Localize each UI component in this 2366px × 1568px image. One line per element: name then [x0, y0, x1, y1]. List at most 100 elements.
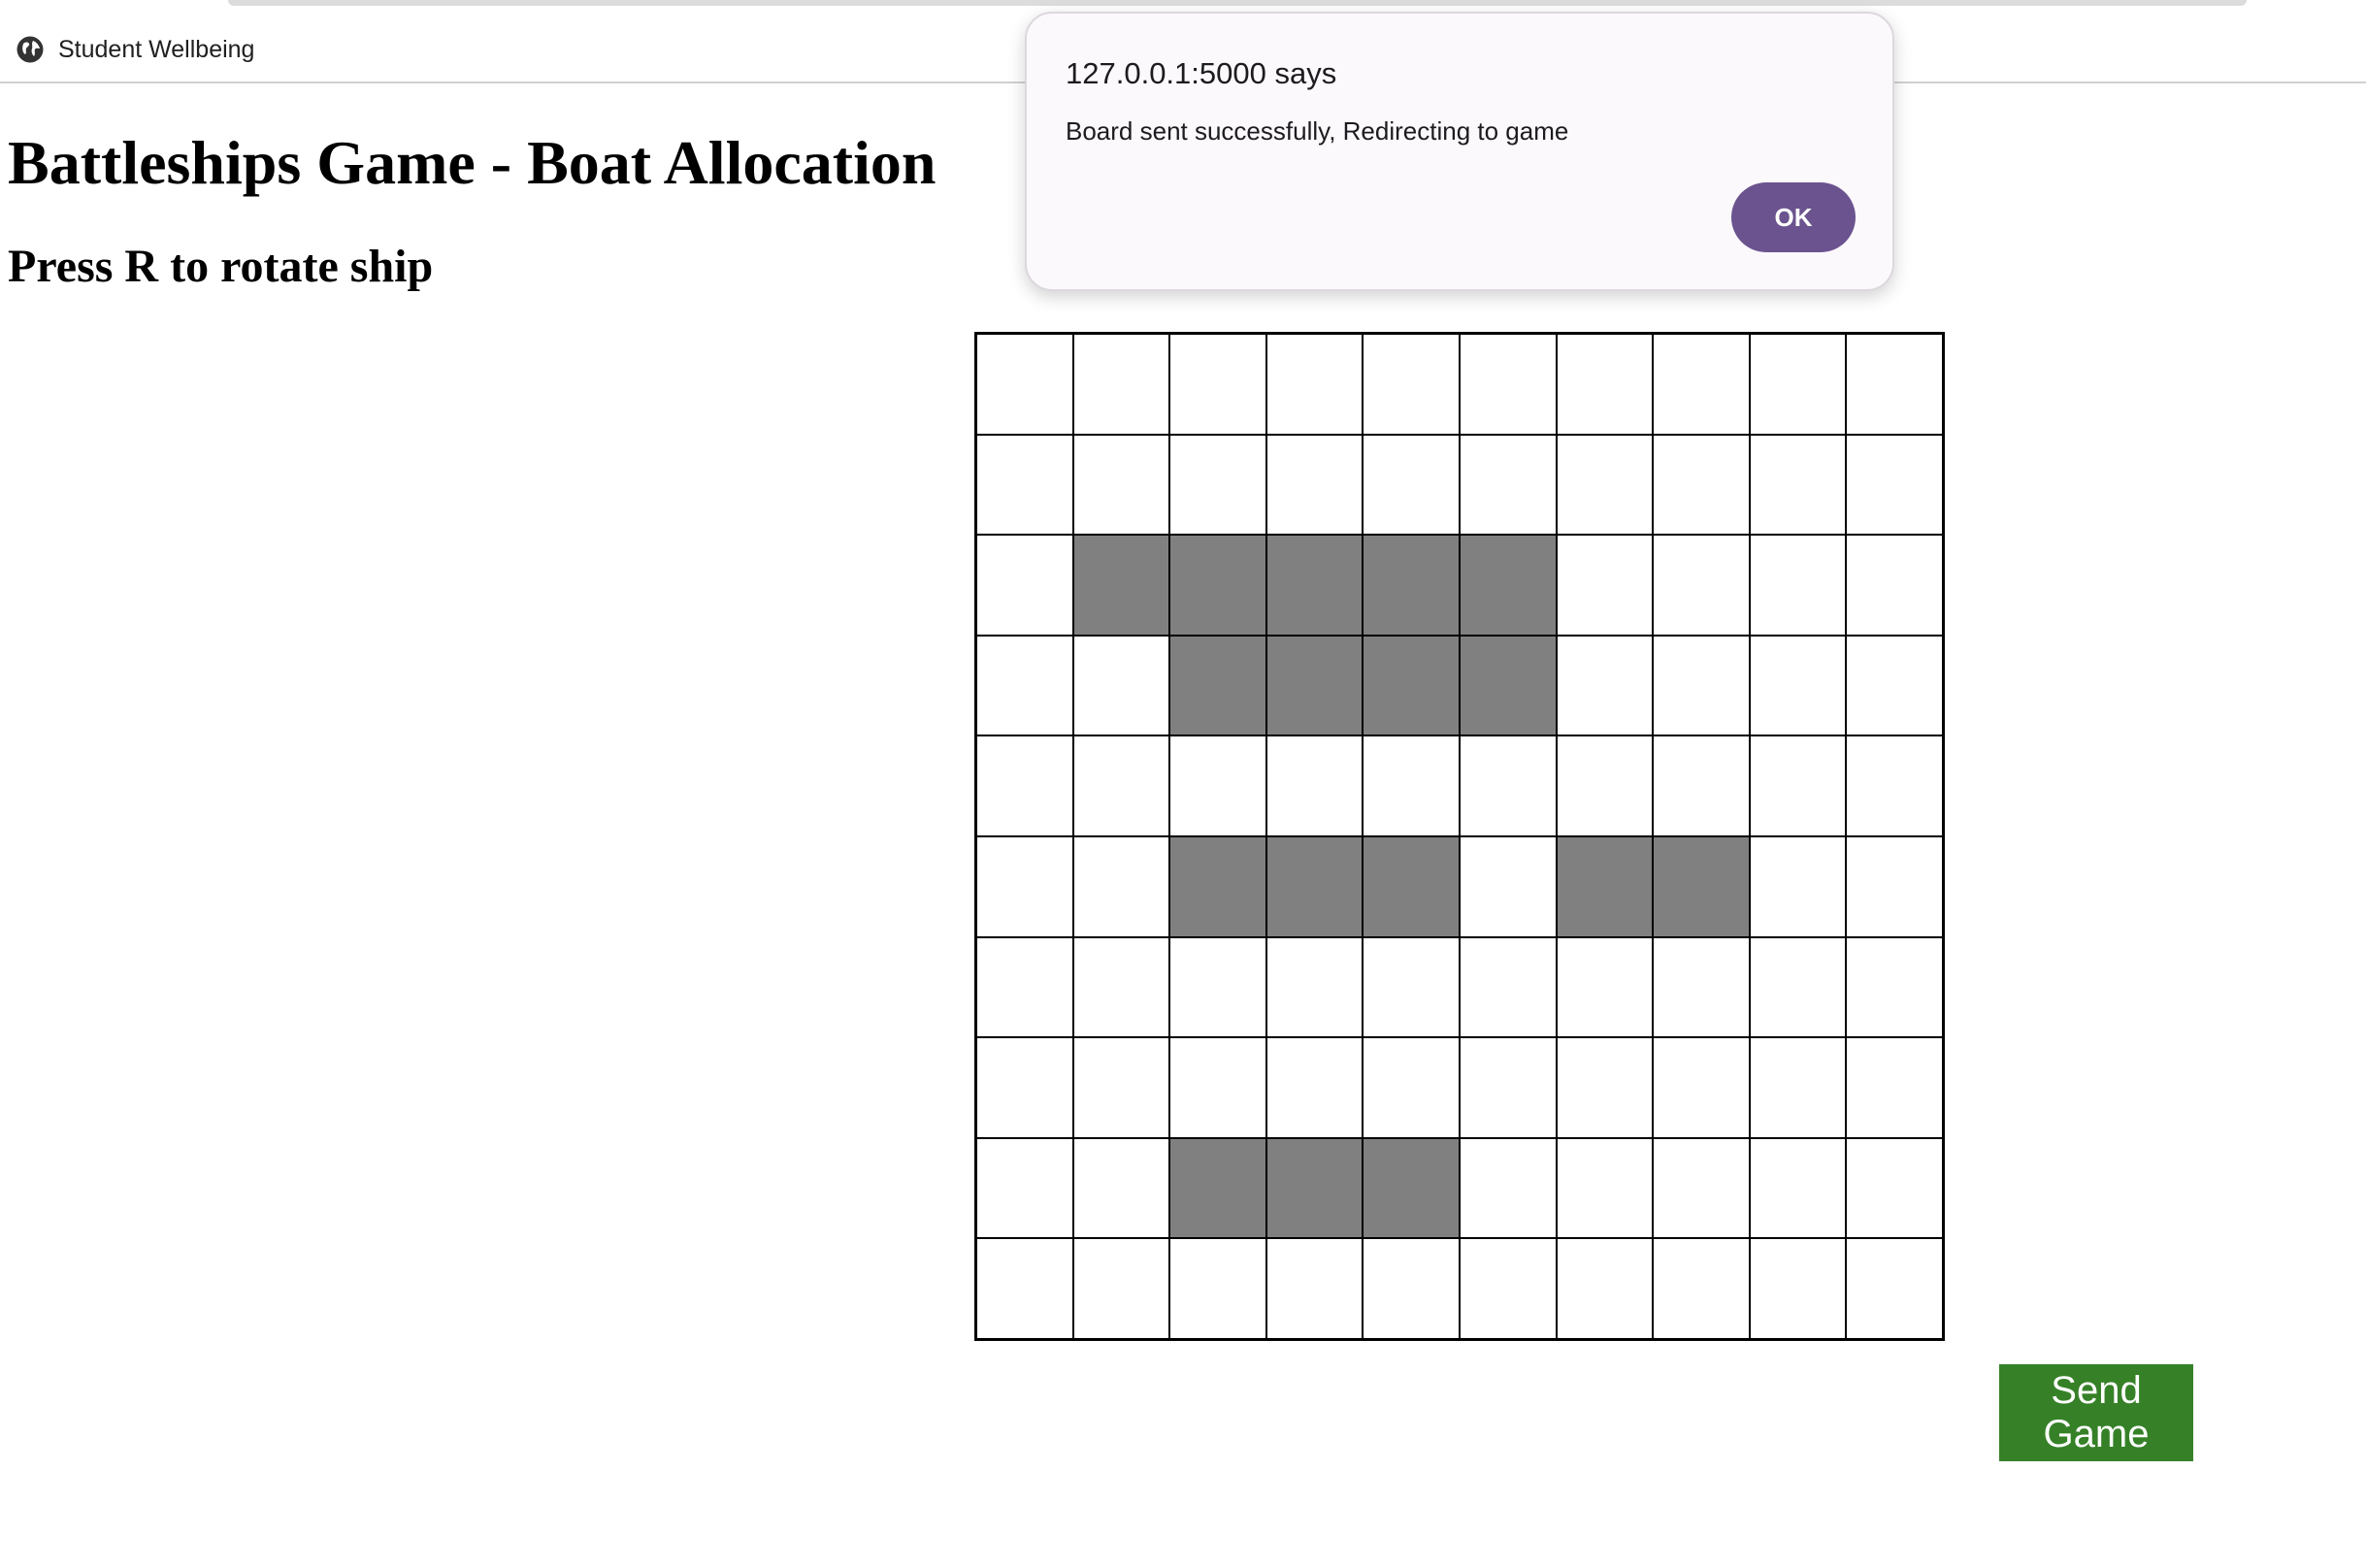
board-cell[interactable]	[1265, 735, 1364, 836]
board-cell[interactable]	[1749, 936, 1847, 1038]
board-cell[interactable]	[1653, 1137, 1750, 1239]
board-cell[interactable]	[1749, 1037, 1847, 1138]
board-cell[interactable]	[1459, 1238, 1557, 1339]
game-board[interactable]	[974, 332, 1945, 1341]
board-cell[interactable]	[1363, 1037, 1460, 1138]
board-cell-ship[interactable]	[1363, 1137, 1460, 1239]
board-cell[interactable]	[1072, 334, 1170, 435]
board-cell[interactable]	[1846, 535, 1943, 636]
board-cell[interactable]	[1363, 434, 1460, 536]
board-cell[interactable]	[1749, 535, 1847, 636]
board-cell[interactable]	[976, 535, 1073, 636]
board-cell[interactable]	[1556, 1137, 1654, 1239]
board-cell[interactable]	[1363, 936, 1460, 1038]
board-cell-ship[interactable]	[1459, 635, 1557, 736]
board-cell[interactable]	[1459, 434, 1557, 536]
board-cell-ship[interactable]	[1653, 835, 1750, 937]
board-cell[interactable]	[1459, 334, 1557, 435]
board-cell[interactable]	[1169, 1037, 1266, 1138]
board-cell[interactable]	[1556, 535, 1654, 636]
board-cell[interactable]	[1846, 835, 1943, 937]
board-cell-ship[interactable]	[1265, 1137, 1364, 1239]
board-cell[interactable]	[1749, 334, 1847, 435]
board-cell[interactable]	[1363, 334, 1460, 435]
board-cell[interactable]	[1169, 334, 1266, 435]
board-cell[interactable]	[1459, 1137, 1557, 1239]
board-cell[interactable]	[1072, 936, 1170, 1038]
board-cell[interactable]	[1265, 434, 1364, 536]
board-cell[interactable]	[1556, 434, 1654, 536]
board-cell[interactable]	[1846, 635, 1943, 736]
board-cell[interactable]	[1265, 334, 1364, 435]
board-cell[interactable]	[1459, 1037, 1557, 1138]
board-cell-ship[interactable]	[1169, 1137, 1266, 1239]
board-cell[interactable]	[1846, 735, 1943, 836]
board-cell[interactable]	[1749, 635, 1847, 736]
board-cell[interactable]	[1556, 1238, 1654, 1339]
board-cell[interactable]	[1459, 735, 1557, 836]
board-cell-ship[interactable]	[1265, 835, 1364, 937]
board-cell-ship[interactable]	[1169, 835, 1266, 937]
board-cell[interactable]	[1749, 1137, 1847, 1239]
board-cell[interactable]	[1169, 936, 1266, 1038]
board-cell[interactable]	[1072, 635, 1170, 736]
board-cell[interactable]	[1169, 735, 1266, 836]
board-cell[interactable]	[1846, 434, 1943, 536]
board-cell[interactable]	[1653, 635, 1750, 736]
board-cell[interactable]	[1846, 936, 1943, 1038]
board-cell[interactable]	[1072, 434, 1170, 536]
board-cell[interactable]	[1846, 1037, 1943, 1138]
board-cell[interactable]	[1169, 434, 1266, 536]
board-cell[interactable]	[1169, 1238, 1266, 1339]
board-cell[interactable]	[1459, 936, 1557, 1038]
board-cell-ship[interactable]	[1072, 535, 1170, 636]
board-cell-ship[interactable]	[1265, 635, 1364, 736]
board-cell[interactable]	[1363, 735, 1460, 836]
board-cell[interactable]	[1556, 1037, 1654, 1138]
board-cell-ship[interactable]	[1169, 635, 1266, 736]
board-cell[interactable]	[1556, 334, 1654, 435]
board-cell[interactable]	[1072, 1037, 1170, 1138]
board-cell[interactable]	[1749, 835, 1847, 937]
board-cell-ship[interactable]	[1363, 535, 1460, 636]
board-cell[interactable]	[1846, 1238, 1943, 1339]
board-cell[interactable]	[976, 434, 1073, 536]
board-cell[interactable]	[976, 1137, 1073, 1239]
board-cell[interactable]	[976, 735, 1073, 836]
board-cell[interactable]	[1072, 1137, 1170, 1239]
board-cell[interactable]	[1653, 735, 1750, 836]
board-cell-ship[interactable]	[1556, 835, 1654, 937]
board-cell-ship[interactable]	[1363, 835, 1460, 937]
board-cell[interactable]	[1265, 936, 1364, 1038]
board-cell[interactable]	[976, 835, 1073, 937]
board-cell[interactable]	[1556, 635, 1654, 736]
send-game-button[interactable]: Send Game	[1999, 1364, 2193, 1461]
board-cell[interactable]	[1072, 835, 1170, 937]
board-cell[interactable]	[1653, 1037, 1750, 1138]
board-cell[interactable]	[976, 1238, 1073, 1339]
board-cell[interactable]	[1459, 835, 1557, 937]
board-cell-ship[interactable]	[1363, 635, 1460, 736]
board-cell[interactable]	[1072, 735, 1170, 836]
board-cell[interactable]	[1749, 1238, 1847, 1339]
board-cell-ship[interactable]	[1265, 535, 1364, 636]
board-cell[interactable]	[976, 635, 1073, 736]
ok-button[interactable]: OK	[1731, 182, 1856, 252]
bookmark-student-wellbeing[interactable]: Student Wellbeing	[16, 33, 254, 66]
board-cell[interactable]	[1265, 1238, 1364, 1339]
board-cell[interactable]	[1846, 334, 1943, 435]
board-cell[interactable]	[1556, 735, 1654, 836]
board-cell[interactable]	[1072, 1238, 1170, 1339]
board-cell[interactable]	[1653, 434, 1750, 536]
board-cell[interactable]	[1653, 1238, 1750, 1339]
board-cell[interactable]	[1556, 936, 1654, 1038]
board-cell[interactable]	[976, 936, 1073, 1038]
board-cell[interactable]	[1749, 735, 1847, 836]
board-cell[interactable]	[976, 334, 1073, 435]
board-cell[interactable]	[1846, 1137, 1943, 1239]
board-cell[interactable]	[1265, 1037, 1364, 1138]
board-cell[interactable]	[1749, 434, 1847, 536]
board-cell[interactable]	[976, 1037, 1073, 1138]
board-cell-ship[interactable]	[1169, 535, 1266, 636]
board-cell[interactable]	[1363, 1238, 1460, 1339]
